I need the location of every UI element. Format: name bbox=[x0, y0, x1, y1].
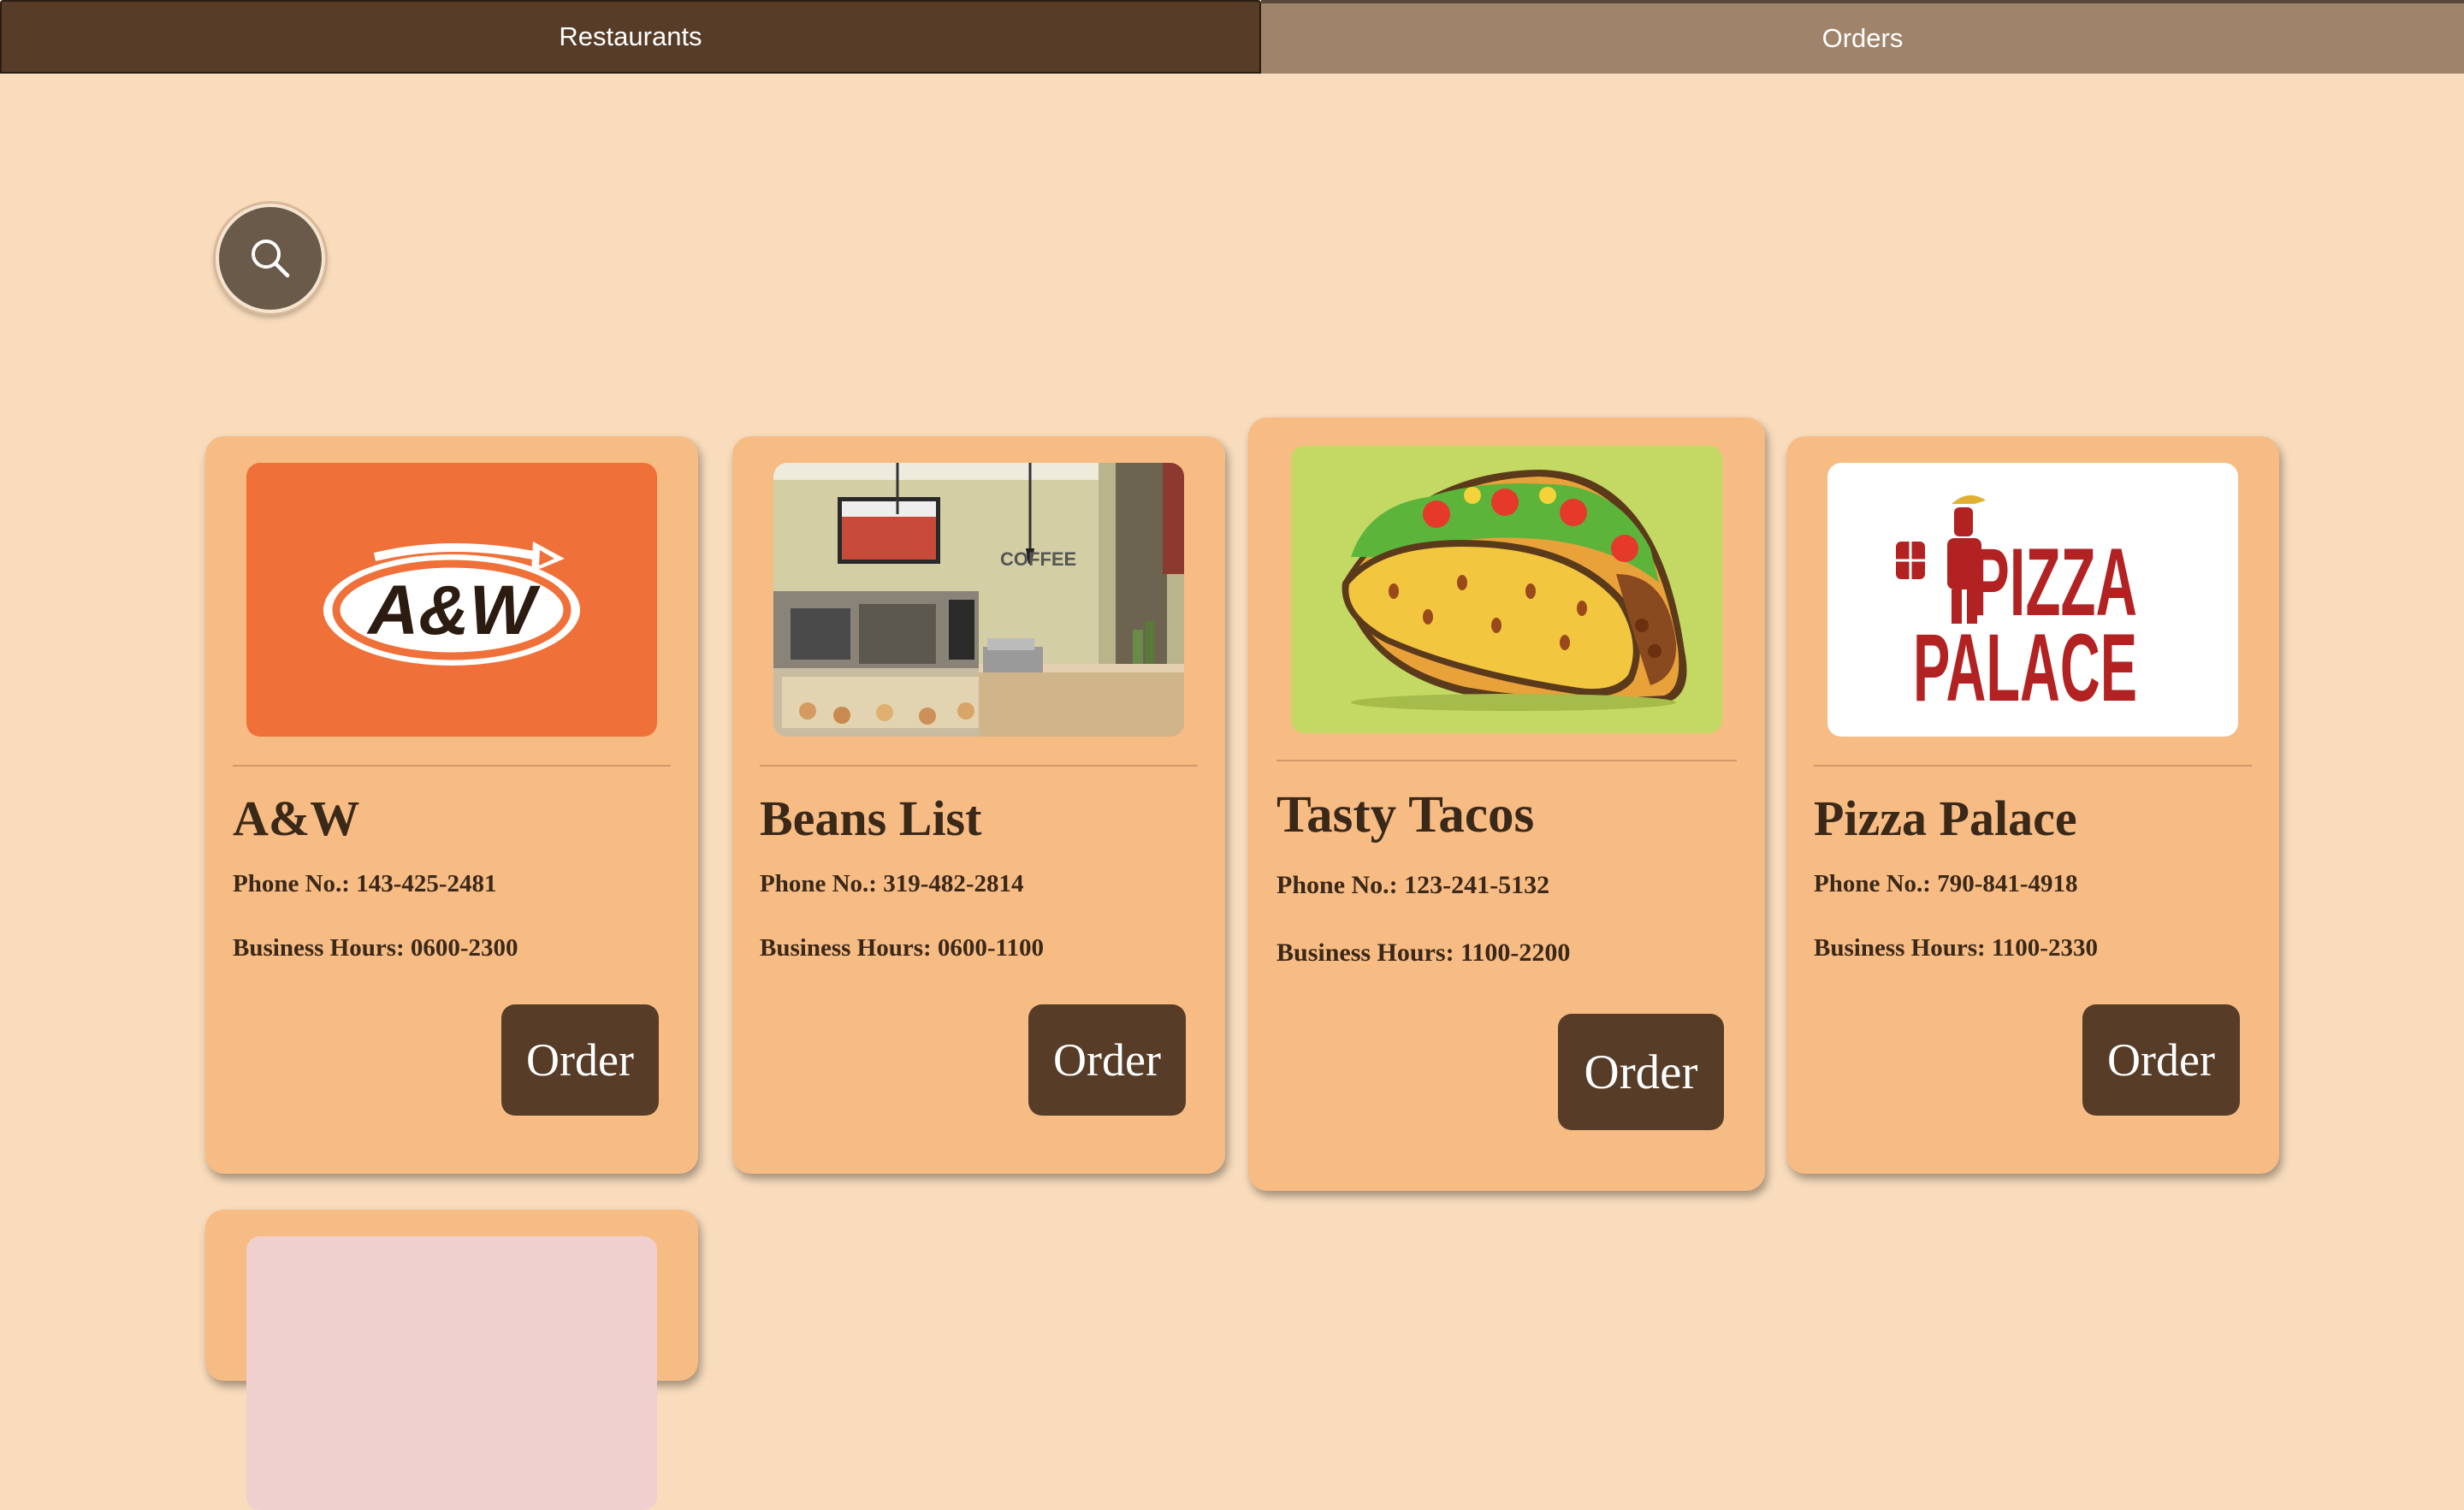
restaurant-name: Tasty Tacos bbox=[1276, 786, 1535, 844]
pizza-logo-line2: PALACE bbox=[1913, 614, 2137, 721]
restaurant-phone: Phone No.: 143-425-2481 bbox=[233, 870, 497, 897]
restaurant-hours: Business Hours: 0600-2300 bbox=[233, 934, 518, 962]
card-divider bbox=[760, 765, 1198, 767]
restaurant-hours: Business Hours: 1100-2330 bbox=[1814, 934, 2098, 962]
coffee-sign-text: COFFEE bbox=[1000, 548, 1076, 570]
restaurant-card-beans-list: COFFEE Beans List Phone No.: 319-482-281… bbox=[732, 436, 1225, 1174]
aw-logo-text: A&W bbox=[366, 571, 541, 649]
card-divider bbox=[1276, 760, 1737, 761]
card-divider bbox=[233, 765, 671, 767]
restaurant-logo-pizza-palace: PIZZA PALACE bbox=[1827, 463, 2238, 737]
order-button[interactable]: Order bbox=[2082, 1004, 2240, 1116]
restaurant-logo-aw: A&W bbox=[246, 463, 657, 737]
search-icon bbox=[252, 240, 290, 278]
restaurant-photo-beans-list: COFFEE bbox=[773, 463, 1184, 737]
restaurant-card-aw: A&W A&W Phone No.: 143-425-2481 Business… bbox=[205, 436, 698, 1174]
restaurant-phone: Phone No.: 319-482-2814 bbox=[760, 870, 1024, 897]
tab-orders[interactable]: Orders bbox=[1261, 0, 2464, 74]
restaurant-name: Pizza Palace bbox=[1814, 791, 2077, 846]
restaurant-name: A&W bbox=[233, 791, 360, 846]
tab-bar: Restaurants Orders bbox=[0, 0, 2464, 74]
restaurant-phone: Phone No.: 123-241-5132 bbox=[1276, 871, 1550, 899]
restaurant-hours: Business Hours: 1100-2200 bbox=[1276, 939, 1571, 967]
restaurant-hours: Business Hours: 0600-1100 bbox=[760, 934, 1044, 962]
restaurant-phone: Phone No.: 790-841-4918 bbox=[1814, 870, 2078, 897]
restaurant-card-tasty-tacos: Tasty Tacos Phone No.: 123-241-5132 Busi… bbox=[1248, 417, 1765, 1191]
order-button[interactable]: Order bbox=[501, 1004, 659, 1116]
search-button[interactable] bbox=[216, 204, 325, 313]
card-divider bbox=[1814, 765, 2252, 767]
order-button[interactable]: Order bbox=[1558, 1014, 1724, 1130]
restaurant-image-partial bbox=[246, 1236, 657, 1510]
tab-restaurants[interactable]: Restaurants bbox=[0, 0, 1261, 74]
restaurant-card-partial bbox=[205, 1210, 698, 1510]
restaurant-name: Beans List bbox=[760, 791, 982, 846]
restaurant-logo-tasty-tacos bbox=[1291, 446, 1722, 733]
restaurant-card-pizza-palace: PIZZA PALACE Pizza Palace Phone No.: 790… bbox=[1786, 436, 2279, 1174]
order-button[interactable]: Order bbox=[1028, 1004, 1186, 1116]
